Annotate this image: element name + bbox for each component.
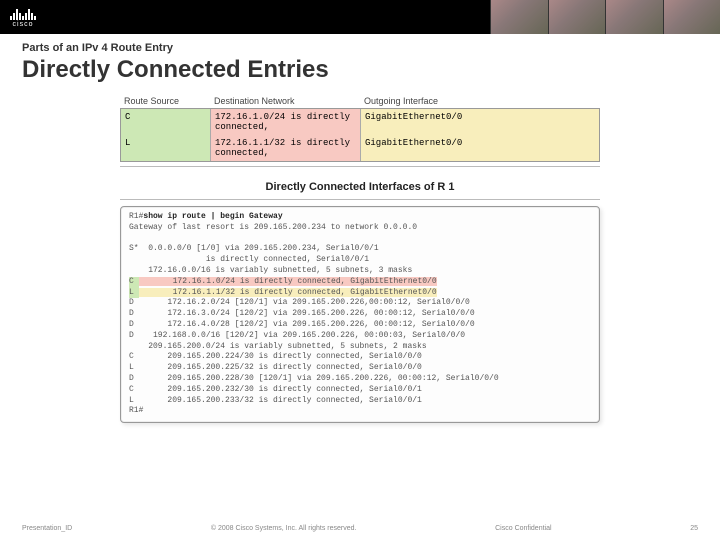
t2-line-2: D 172.16.4.0/28 [120/2] via 209.165.200.… xyxy=(129,320,475,329)
footer-left: Presentation_ID xyxy=(22,525,72,532)
footer-center: © 2008 Cisco Systems, Inc. All rights re… xyxy=(211,525,357,532)
row1-src: L xyxy=(121,135,211,161)
hl0-src: C xyxy=(129,277,139,288)
banner-photos xyxy=(490,0,720,34)
t2-line-9: L 209.165.200.233/32 is directly connect… xyxy=(129,396,422,405)
t2-line-4: 209.165.200.0/24 is variably subnetted, … xyxy=(129,342,427,351)
t2-line-10: R1# xyxy=(129,406,143,415)
t-line-0: S* 0.0.0.0/0 [1/0] via 209.165.200.234, … xyxy=(129,244,379,253)
header-destination-network: Destination Network xyxy=(214,96,364,106)
command: show ip route | begin Gateway xyxy=(143,212,282,221)
hl0-rest: 172.16.1.0/24 is directly connected, Gig… xyxy=(139,277,437,286)
gateway-line: Gateway of last resort is 209.165.200.23… xyxy=(129,223,417,232)
t2-line-5: C 209.165.200.224/30 is directly connect… xyxy=(129,352,422,361)
footer-right: Cisco Confidential xyxy=(495,525,551,532)
t2-line-1: D 172.16.3.0/24 [120/2] via 209.165.200.… xyxy=(129,309,475,318)
header-outgoing-interface: Outgoing Interface xyxy=(364,96,596,106)
t2-line-7: D 209.165.200.228/30 [120/1] via 209.165… xyxy=(129,374,499,383)
route-figure: Route Source Destination Network Outgoin… xyxy=(120,94,600,423)
t2-line-6: L 209.165.200.225/32 is directly connect… xyxy=(129,363,422,372)
row1-out: GigabitEthernet0/0 xyxy=(361,135,599,161)
t-line-1: is directly connected, Serial0/0/1 xyxy=(129,255,369,264)
cisco-logo: cisco xyxy=(10,6,36,28)
t2-line-8: C 209.165.200.232/30 is directly connect… xyxy=(129,385,422,394)
hl1-rest: 172.16.1.1/32 is directly connected, Gig… xyxy=(139,288,437,297)
slide-title: Directly Connected Entries xyxy=(22,56,698,84)
panel-title: Directly Connected Interfaces of R 1 xyxy=(120,181,600,193)
t-line-2: 172.16.0.0/16 is variably subnetted, 5 s… xyxy=(129,266,412,275)
prompt: R1# xyxy=(129,212,143,221)
row0-src: C xyxy=(121,109,211,135)
t2-line-0: D 172.16.2.0/24 [120/1] via 209.165.200.… xyxy=(129,298,470,307)
logo-text: cisco xyxy=(13,21,34,28)
slide-kicker: Parts of an IPv 4 Route Entry xyxy=(22,42,698,54)
row1-dst: 172.16.1.1/32 xyxy=(215,138,285,148)
footer-page: 25 xyxy=(690,525,698,532)
terminal-output: R1#show ip route | begin Gateway Gateway… xyxy=(120,206,600,423)
footer: Presentation_ID © 2008 Cisco Systems, In… xyxy=(0,525,720,532)
row0-dst: 172.16.1.0/24 xyxy=(215,112,285,122)
header-route-source: Route Source xyxy=(124,96,214,106)
top-banner: cisco xyxy=(0,0,720,34)
t2-line-3: D 192.168.0.0/16 [120/2] via 209.165.200… xyxy=(129,331,465,340)
route-grid: C 172.16.1.0/24 is directly connected, G… xyxy=(120,108,600,162)
hl1-src: L xyxy=(129,288,139,299)
row0-out: GigabitEthernet0/0 xyxy=(361,109,599,135)
